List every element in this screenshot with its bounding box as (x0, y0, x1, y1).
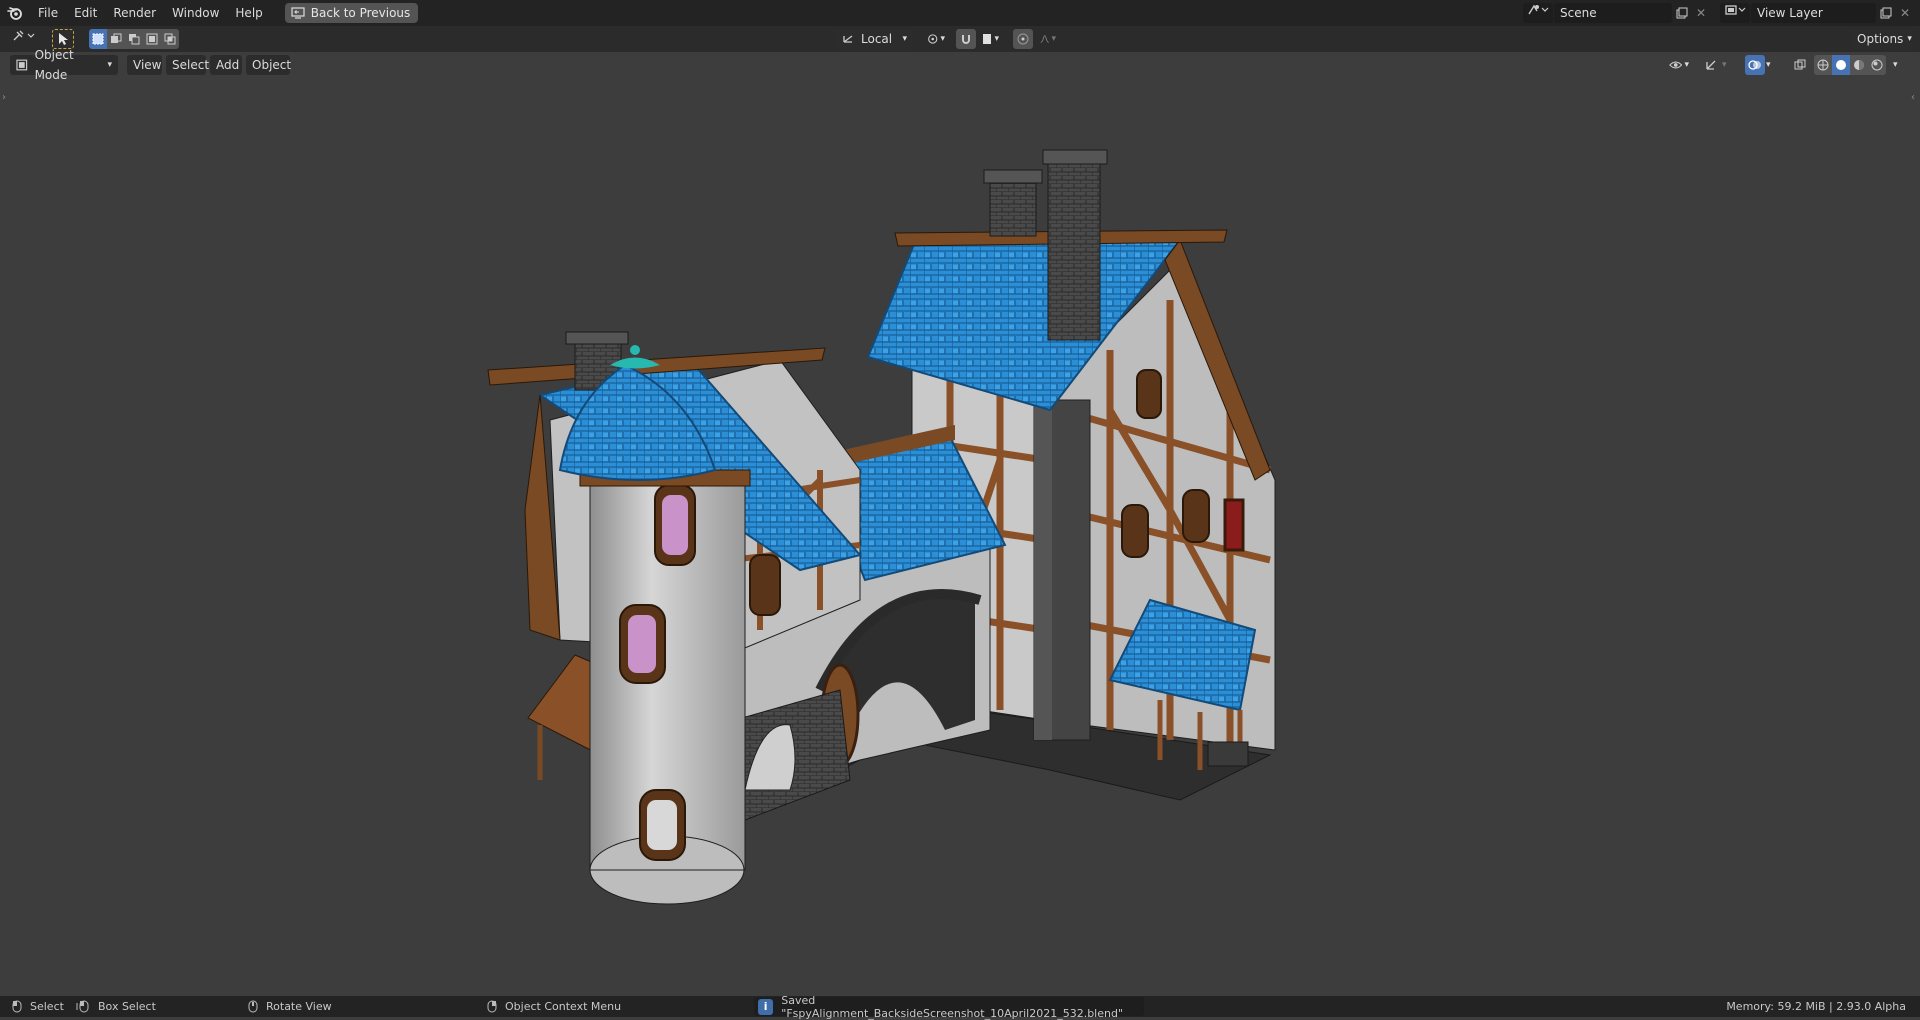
eye-icon (1669, 61, 1683, 69)
3d-viewport[interactable] (0, 78, 1920, 996)
delete-scene-icon[interactable]: ✕ (1692, 3, 1710, 23)
mouse-middle-icon (248, 1000, 258, 1013)
xray-icon (1794, 59, 1806, 70)
overlays-dropdown-icon[interactable]: ▾ (1766, 55, 1780, 75)
status-memory-label: Memory: 59.2 MiB | 2.93.0 Alpha (1726, 1000, 1906, 1013)
transform-orientation-label: Local (861, 32, 893, 46)
falloff-dropdown[interactable]: ▾ (1034, 29, 1062, 49)
view-layer-browse-button[interactable] (1720, 3, 1750, 23)
menu-view[interactable]: View (127, 55, 162, 75)
overlays-icon (1748, 60, 1761, 70)
object-mode-dropdown[interactable]: Object Mode ▾ (10, 48, 118, 82)
scene-icon (1528, 4, 1549, 15)
mode-extend-selection-icon[interactable] (107, 29, 125, 49)
proportional-editing-toggle[interactable] (1013, 29, 1033, 49)
status-box-select-label: Box Select (98, 1000, 156, 1013)
chevron-down-icon: ▾ (1907, 34, 1912, 44)
object-mode-icon (16, 59, 28, 71)
saved-message-text: Saved "FspyAlignment_BacksideScreenshot_… (781, 993, 1124, 1020)
options-dropdown[interactable]: Options ▾ (1851, 29, 1913, 49)
menu-object[interactable]: Object (246, 55, 291, 75)
status-rotate-view-label: Rotate View (266, 1000, 332, 1013)
orientation-icon (843, 35, 853, 43)
scene-browse-button[interactable] (1523, 3, 1553, 23)
snap-face-icon (983, 34, 992, 44)
gizmo-dropdown-icon[interactable]: ▾ (1722, 55, 1736, 75)
snap-target-dropdown[interactable]: ▾ (977, 29, 1005, 49)
back-to-previous-label: Back to Previous (310, 6, 411, 20)
shading-wireframe-icon[interactable] (1814, 55, 1832, 75)
magnet-icon (962, 35, 970, 44)
status-bar: Select Box Select Rotate View Object Con… (0, 994, 1920, 1020)
saved-notification[interactable]: i Saved "FspyAlignment_BacksideScreensho… (754, 994, 1144, 1020)
status-select-label: Select (30, 1000, 64, 1013)
options-label: Options (1857, 32, 1904, 46)
menu-select[interactable]: Select (166, 55, 209, 75)
mouse-left-icon (12, 1000, 22, 1013)
house-model[interactable] (487, 149, 1276, 905)
chevron-down-icon: ▾ (902, 34, 907, 44)
menu-edit[interactable]: Edit (66, 0, 105, 26)
menu-window[interactable]: Window (164, 0, 227, 26)
shading-rendered-icon[interactable] (1868, 55, 1886, 75)
transform-orientation-dropdown[interactable]: Local ▾ (835, 29, 913, 49)
gizmo-icon (1706, 60, 1716, 70)
info-icon: i (758, 998, 774, 1015)
tool-settings-header: Local ▾ ▾ ▾ ▾ Options ▾ (0, 26, 1920, 52)
mode-invert-selection-icon[interactable] (143, 29, 161, 49)
scene-selector[interactable]: Scene ✕ (1523, 3, 1710, 23)
overlays-toggle[interactable] (1745, 55, 1765, 75)
menu-file[interactable]: File (30, 0, 66, 26)
new-scene-icon[interactable] (1672, 3, 1692, 23)
menu-add[interactable]: Add (210, 55, 242, 75)
status-memory: Memory: 59.2 MiB | 2.93.0 Alpha (1726, 996, 1906, 1017)
menu-help[interactable]: Help (227, 0, 270, 26)
visibility-dropdown[interactable]: ▾ (1663, 55, 1695, 75)
new-view-layer-icon[interactable] (1876, 3, 1896, 23)
menu-render[interactable]: Render (105, 0, 164, 26)
back-icon (291, 7, 305, 19)
status-select-hint: Select (12, 996, 64, 1017)
mouse-right-icon (487, 1000, 497, 1013)
shading-dropdown-icon[interactable]: ▾ (1893, 55, 1907, 75)
back-to-previous-button[interactable]: Back to Previous (284, 3, 419, 23)
pivot-point-dropdown[interactable]: ▾ (921, 29, 951, 49)
shading-mode-group (1814, 55, 1886, 75)
falloff-curve-icon (1040, 35, 1049, 43)
gizmo-toggle[interactable] (1701, 55, 1721, 75)
editor-type-icon (13, 30, 35, 41)
pivot-icon (928, 34, 938, 44)
view-layer-name-field[interactable]: View Layer (1751, 3, 1876, 23)
status-context-menu-hint: Object Context Menu (487, 996, 621, 1017)
cursor-arrow-icon (59, 33, 68, 45)
viewport-header: Object Mode ▾ View Select Add Object ▾ ▾… (0, 48, 1920, 82)
status-context-menu-label: Object Context Menu (505, 1000, 622, 1013)
xray-toggle[interactable] (1791, 55, 1809, 75)
delete-view-layer-icon[interactable]: ✕ (1896, 3, 1914, 23)
shading-material-icon[interactable] (1850, 55, 1868, 75)
shading-solid-icon[interactable] (1832, 55, 1850, 75)
top-menu-bar: File Edit Render Window Help Back to Pre… (0, 0, 1920, 26)
view-layer-icon (1725, 5, 1746, 15)
status-rotate-view-hint: Rotate View (248, 996, 332, 1017)
mode-subtract-selection-icon[interactable] (125, 29, 143, 49)
mouse-drag-icon (76, 1000, 89, 1013)
snap-toggle[interactable] (956, 29, 976, 49)
view-layer-selector[interactable]: View Layer ✕ (1720, 3, 1914, 23)
blender-logo-icon[interactable] (0, 0, 30, 26)
proportional-edit-icon (1017, 33, 1029, 45)
chevron-down-icon: ▾ (107, 60, 112, 70)
status-box-select-hint: Box Select (76, 996, 156, 1017)
scene-name-field[interactable]: Scene (1554, 3, 1672, 23)
mode-intersect-selection-icon[interactable] (161, 29, 179, 49)
